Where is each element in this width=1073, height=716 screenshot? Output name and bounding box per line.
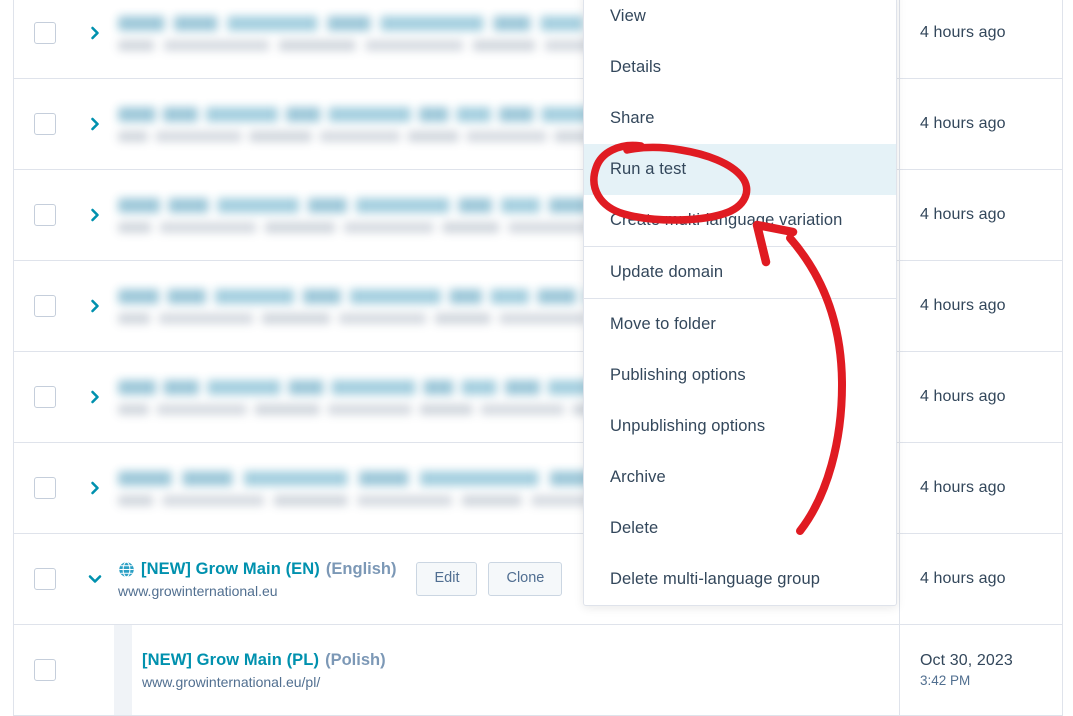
row-checkbox[interactable] (34, 113, 56, 135)
row-checkbox-cell (14, 0, 76, 78)
menu-item-unpublishing-options[interactable]: Unpublishing options (584, 401, 896, 452)
chevron-right-icon[interactable] (82, 170, 108, 260)
globe-icon (119, 561, 134, 577)
row-title[interactable]: [NEW] Grow Main (EN) (141, 560, 320, 579)
child-row-date: Oct 30, 2023 (920, 652, 1013, 669)
row-checkbox[interactable] (34, 295, 56, 317)
child-row-checkbox[interactable] (34, 659, 56, 681)
table-row[interactable]: 4 hours ago (14, 170, 1062, 261)
row-checkbox[interactable] (34, 204, 56, 226)
menu-item-archive[interactable]: Archive (584, 452, 896, 503)
row-checkbox[interactable] (34, 386, 56, 408)
menu-group-3: Move to folder Publishing options Unpublis… (584, 297, 896, 605)
row-checkbox-cell (14, 170, 76, 260)
table-row[interactable]: 4 hours ago (14, 79, 1062, 170)
child-row-time: 3:42 PM (920, 673, 971, 688)
row-date: 4 hours ago (920, 115, 1006, 132)
row-date: 4 hours ago (920, 570, 1006, 587)
menu-item-details[interactable]: Details (584, 42, 896, 93)
row-title-line: [NEW] Grow Main (EN) (English) (118, 560, 396, 579)
menu-item-view[interactable]: View (584, 0, 896, 42)
child-row-content: [NEW] Grow Main (PL) (Polish) www.growin… (132, 651, 386, 690)
child-title-line: [NEW] Grow Main (PL) (Polish) (142, 651, 386, 670)
redacted-title (118, 106, 652, 122)
menu-item-delete[interactable]: Delete (584, 503, 896, 554)
row-checkbox[interactable] (34, 477, 56, 499)
row-content: [NEW] Grow Main (EN) (English) www.growi… (108, 560, 396, 599)
chevron-right-icon[interactable] (82, 0, 108, 78)
row-date: 4 hours ago (920, 479, 1006, 496)
row-checkbox-cell (14, 352, 76, 442)
table-row[interactable]: 4 hours ago (14, 261, 1062, 352)
row-date: 4 hours ago (920, 24, 1006, 41)
row-actions-dropdown-menu[interactable]: View Details Share Run a test Create multi-l… (583, 0, 897, 606)
row-date: 4 hours ago (920, 297, 1006, 314)
table-row-child[interactable]: [NEW] Grow Main (PL) (Polish) www.growin… (14, 625, 1062, 716)
child-indent-bar (114, 625, 132, 715)
row-url: www.growinternational.eu (118, 582, 278, 599)
menu-item-run-a-test[interactable]: Run a test (584, 143, 896, 195)
row-date: 4 hours ago (920, 388, 1006, 405)
child-row-title[interactable]: [NEW] Grow Main (PL) (142, 651, 319, 670)
menu-item-update-domain[interactable]: Update domain (584, 247, 896, 298)
child-main-cell: [NEW] Grow Main (PL) (Polish) www.growin… (132, 625, 899, 715)
chevron-right-icon[interactable] (82, 261, 108, 351)
child-row-url: www.growinternational.eu/pl/ (142, 673, 321, 690)
row-date-cell: 4 hours ago (899, 352, 1062, 442)
redacted-rows-container: 4 hours ago 4 hours ago 4 hours ago 4 hours… (14, 0, 1062, 534)
row-language: (English) (325, 559, 397, 578)
row-date-cell: 4 hours ago (899, 0, 1062, 78)
row-date-cell: 4 hours ago (899, 534, 1062, 624)
row-checkbox-cell (14, 79, 76, 169)
table-row[interactable]: 4 hours ago (14, 443, 1062, 534)
row-date-cell: 4 hours ago (899, 170, 1062, 260)
row-date-cell: 4 hours ago (899, 79, 1062, 169)
menu-group-2: Update domain (584, 245, 896, 298)
row-checkbox-cell (14, 261, 76, 351)
row-checkbox-cell (14, 443, 76, 533)
menu-item-create-multi-language-variation[interactable]: Create multi-language variation (584, 195, 896, 246)
clone-button[interactable]: Clone (488, 562, 563, 596)
table-row[interactable]: 4 hours ago (14, 352, 1062, 443)
menu-item-share[interactable]: Share (584, 93, 896, 144)
row-checkbox[interactable] (34, 22, 56, 44)
menu-group-1: View Details Share Run a test Create multi-l… (584, 0, 896, 246)
row-date-cell: 4 hours ago (899, 443, 1062, 533)
chevron-down-icon[interactable] (82, 534, 108, 624)
content-table: 4 hours ago 4 hours ago 4 hours ago 4 hours… (13, 0, 1063, 716)
menu-item-publishing-options[interactable]: Publishing options (584, 350, 896, 401)
menu-item-delete-multi-language-group[interactable]: Delete multi-language group (584, 554, 896, 605)
chevron-right-icon[interactable] (82, 352, 108, 442)
table-row-parent[interactable]: [NEW] Grow Main (EN) (English) www.growi… (14, 534, 1062, 625)
chevron-right-icon[interactable] (82, 79, 108, 169)
child-date-cell: Oct 30, 2023 3:42 PM (899, 625, 1062, 715)
row-date-cell: 4 hours ago (899, 261, 1062, 351)
child-row-language: (Polish) (325, 650, 386, 669)
redacted-title (118, 379, 660, 395)
child-checkbox-cell (14, 625, 76, 715)
chevron-right-icon[interactable] (82, 443, 108, 533)
row-checkbox[interactable] (34, 568, 56, 590)
edit-button[interactable]: Edit (416, 562, 478, 596)
menu-item-move-to-folder[interactable]: Move to folder (584, 299, 896, 350)
row-date: 4 hours ago (920, 206, 1006, 223)
table-row[interactable]: 4 hours ago (14, 0, 1062, 79)
page-root: 4 hours ago 4 hours ago 4 hours ago 4 hours… (0, 0, 1073, 716)
row-checkbox-cell (14, 534, 76, 624)
row-actions: Edit Clone (416, 562, 563, 596)
